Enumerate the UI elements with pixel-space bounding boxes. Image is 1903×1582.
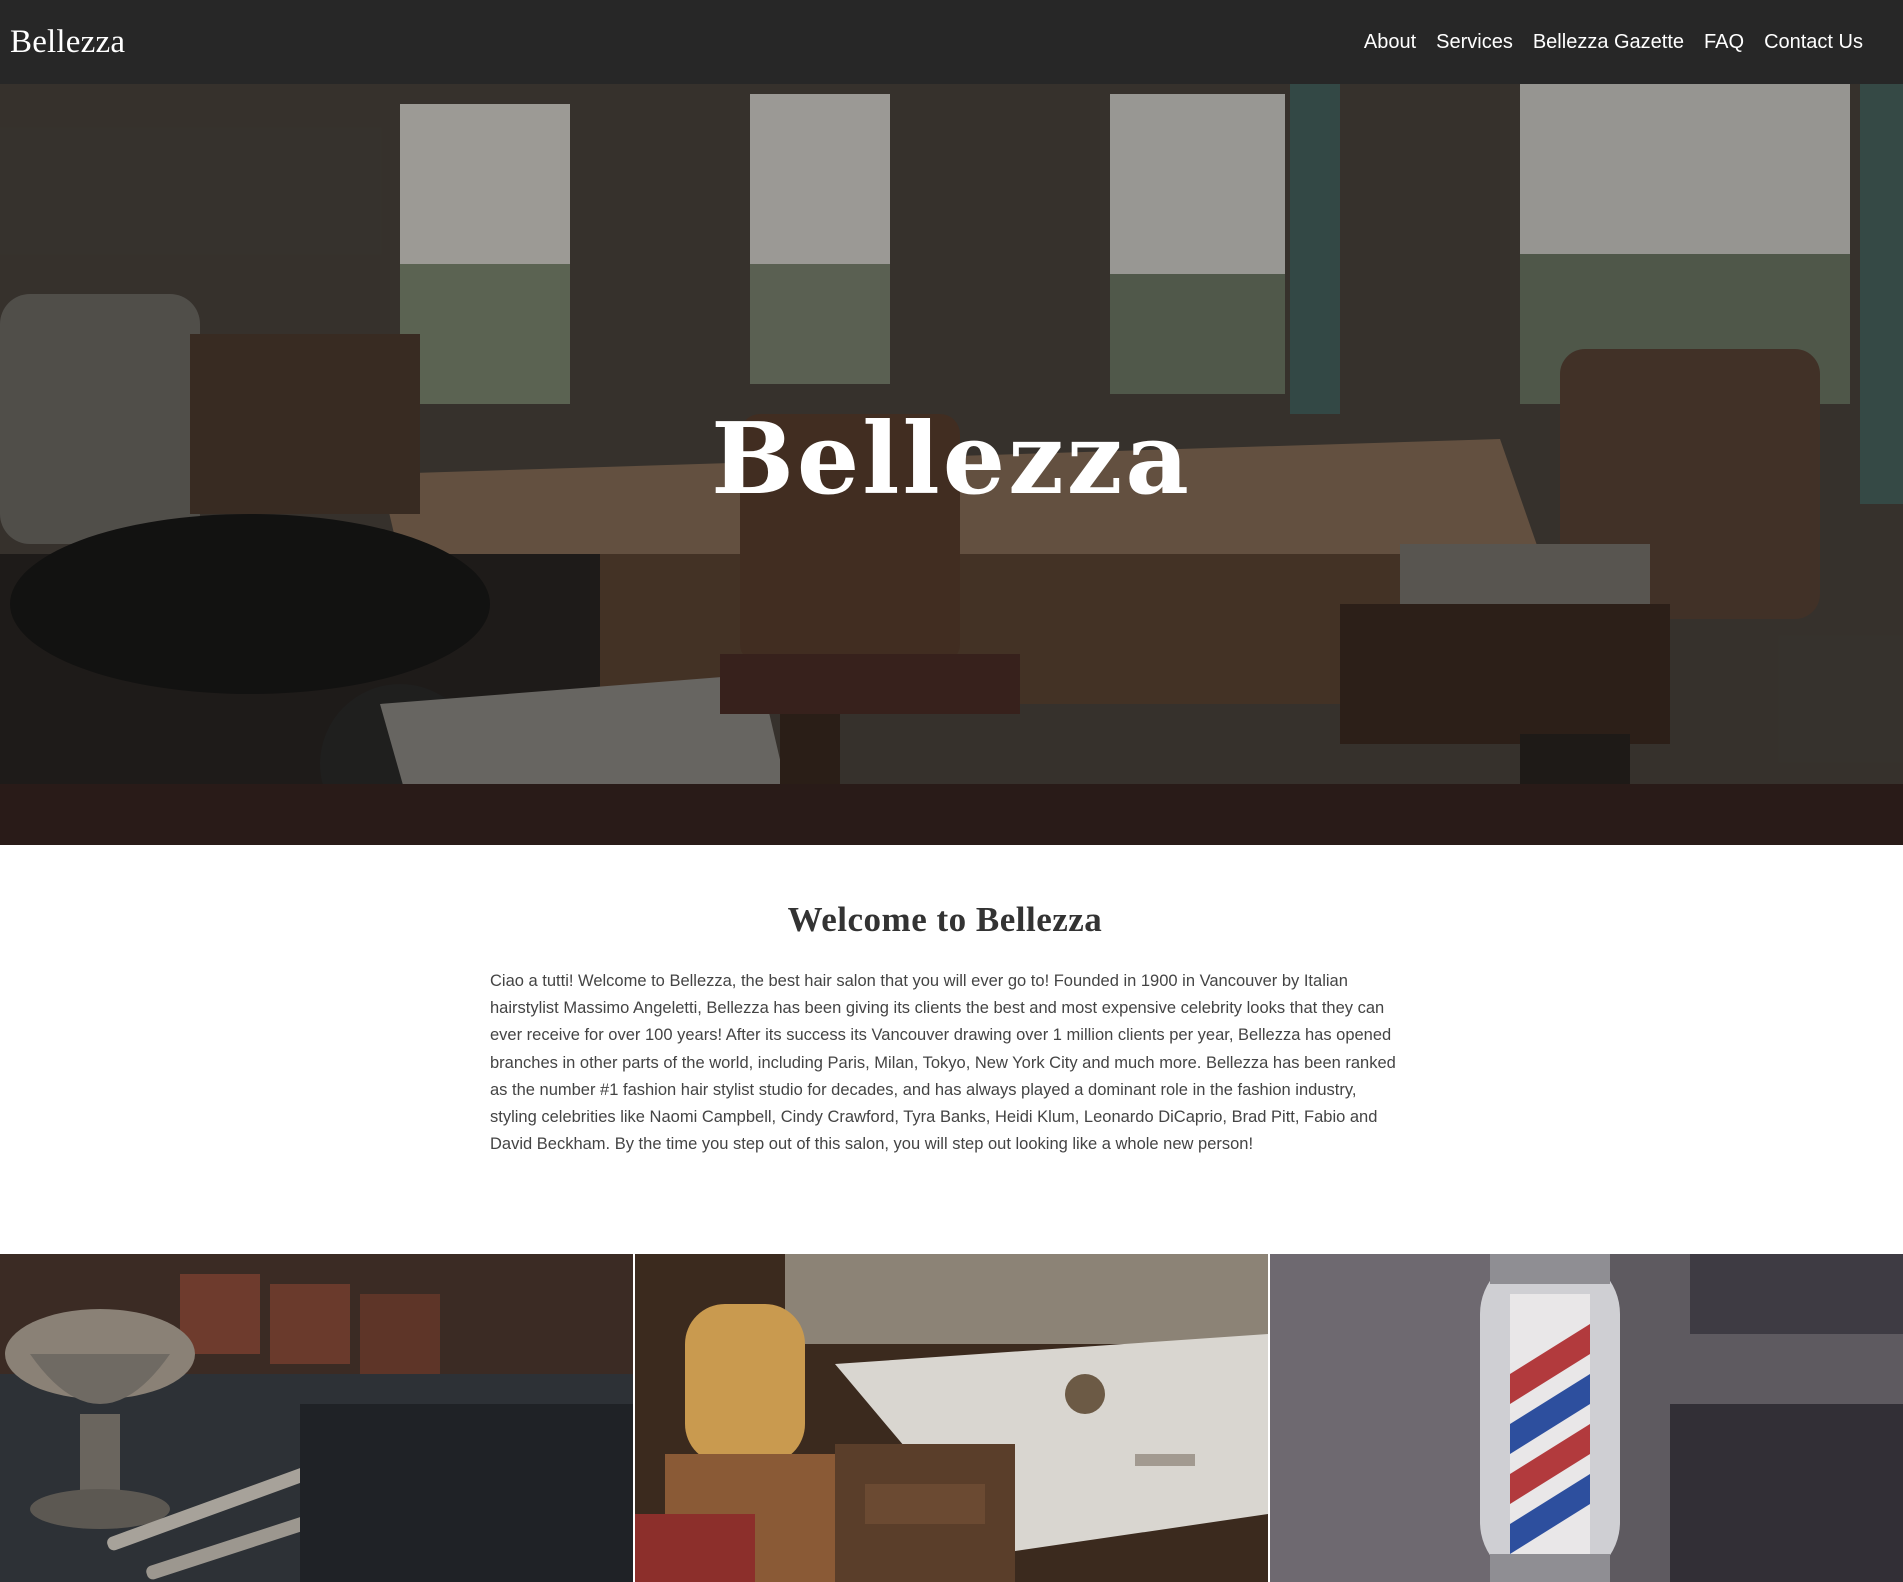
nav-link-about[interactable]: About xyxy=(1364,31,1416,54)
image-gallery xyxy=(0,1254,1903,1582)
gallery-image-barber-pole xyxy=(1270,1254,1903,1582)
gallery-image-barber-tools xyxy=(0,1254,633,1582)
welcome-section: Welcome to Bellezza Ciao a tutti! Welcom… xyxy=(490,900,1400,1158)
navbar: Bellezza About Services Bellezza Gazette… xyxy=(0,0,1903,84)
hero-banner: Bellezza xyxy=(0,84,1903,845)
brand-logo[interactable]: Bellezza xyxy=(10,24,125,61)
nav-link-gazette[interactable]: Bellezza Gazette xyxy=(1533,31,1684,54)
barber-pole-image xyxy=(1270,1254,1903,1582)
gallery-image-barber-chair xyxy=(635,1254,1268,1582)
welcome-text: Ciao a tutti! Welcome to Bellezza, the b… xyxy=(490,972,1396,1154)
hero-title: Bellezza xyxy=(711,402,1192,517)
nav-link-services[interactable]: Services xyxy=(1436,31,1513,54)
nav-link-faq[interactable]: FAQ xyxy=(1704,31,1744,54)
nav-links: About Services Bellezza Gazette FAQ Cont… xyxy=(1364,31,1863,54)
nav-link-contact[interactable]: Contact Us xyxy=(1764,31,1863,54)
barber-tools-image xyxy=(0,1254,633,1582)
barber-chair-image xyxy=(635,1254,1268,1582)
welcome-title: Welcome to Bellezza xyxy=(787,900,1103,939)
